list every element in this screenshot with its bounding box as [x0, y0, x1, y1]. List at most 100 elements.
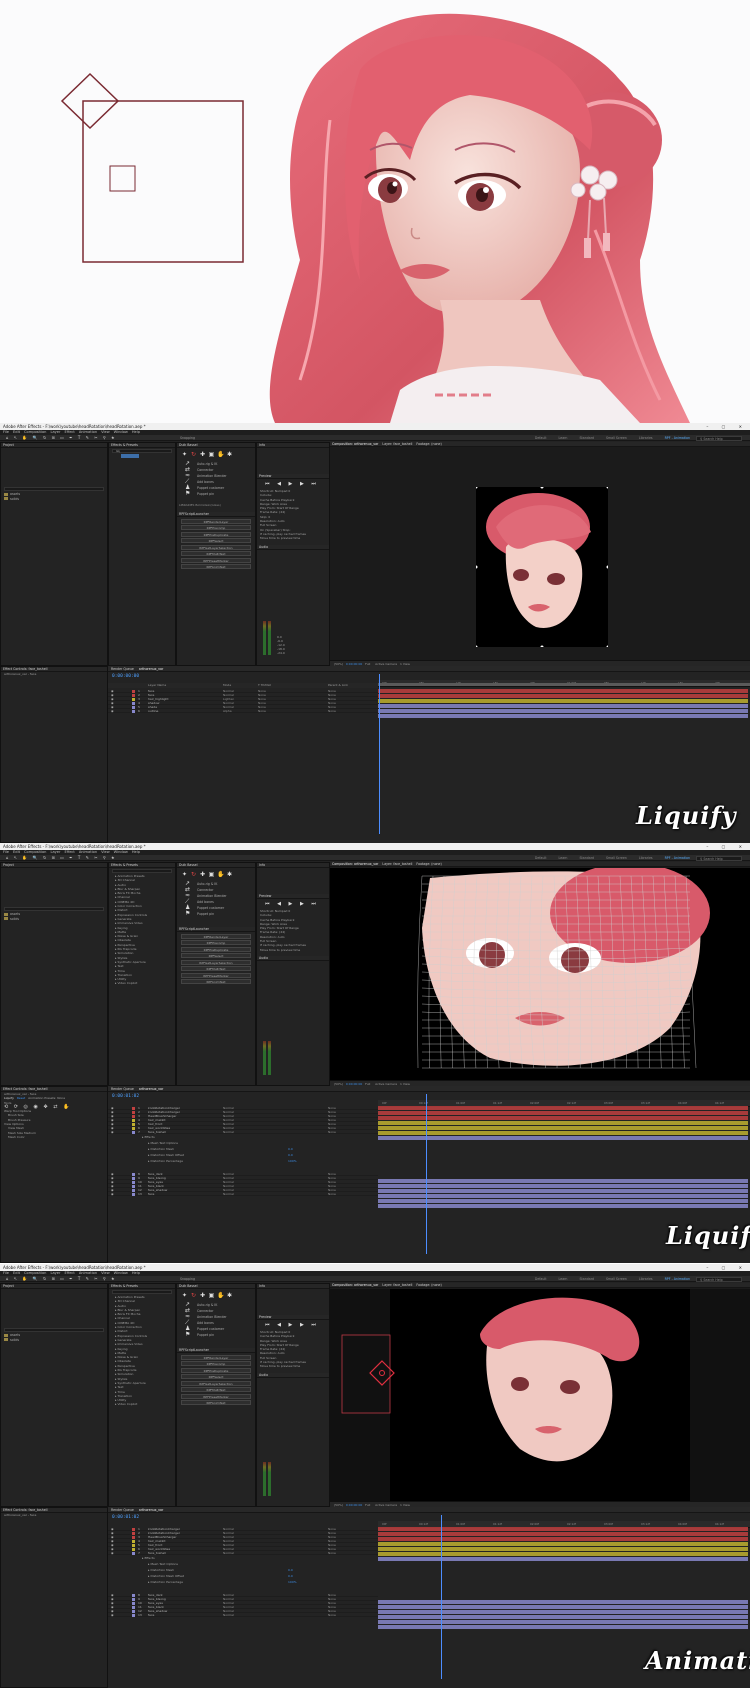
layer-label-color[interactable] — [132, 1551, 135, 1555]
layer-duration-bar[interactable] — [378, 1552, 748, 1556]
layer-duration-bar[interactable] — [378, 1121, 748, 1125]
layer-duration-bar[interactable] — [378, 1537, 748, 1541]
effects-search-input[interactable] — [112, 1290, 172, 1294]
audio-panel-title[interactable]: Audio — [257, 955, 329, 961]
menu-animation[interactable]: Animation — [79, 850, 97, 854]
menu-file[interactable]: File — [3, 1271, 9, 1275]
preview-move-time[interactable]: Move time to preview time — [260, 536, 329, 540]
tab-composition[interactable]: Composition: arthorenux_var — [332, 1283, 378, 1287]
tab-render-queue[interactable]: Render Queue — [111, 1508, 134, 1512]
duik-camera-icon[interactable]: ▣ — [208, 871, 215, 878]
work-area-bar[interactable] — [378, 683, 750, 686]
workspace-standard[interactable]: Standard — [579, 436, 594, 440]
preview-move-time[interactable]: Move time to preview time — [260, 1364, 329, 1368]
script-button[interactable]: RPFPresetMarker — [181, 1393, 251, 1399]
layer-duration-bar[interactable] — [378, 1136, 748, 1140]
duik-hand-icon[interactable]: ✋ — [217, 1292, 224, 1299]
script-button[interactable]: RPFGetLayerSelection — [181, 959, 251, 965]
rpf-launcher-title[interactable]: RPFScriptLauncher — [177, 927, 255, 932]
script-button[interactable]: RPFPresetMarker — [181, 557, 251, 563]
layer-duration-bar[interactable] — [378, 1542, 748, 1546]
project-item-solids[interactable]: solids — [4, 1338, 107, 1343]
layer-duration-bar[interactable] — [378, 1620, 748, 1624]
script-button[interactable]: RPFRenderLayer — [181, 518, 251, 524]
workspace-rpf-animation[interactable]: RPF - Animation — [665, 856, 690, 860]
script-button[interactable]: RPFPresetMarker — [181, 972, 251, 978]
script-button[interactable]: RPFPreDuplicate — [181, 531, 251, 537]
script-button[interactable]: RPFPrecomp — [181, 525, 251, 530]
animating-canvas[interactable] — [330, 1289, 750, 1501]
layer-duration-bar[interactable] — [378, 1557, 748, 1561]
workspace-learn[interactable]: Learn — [559, 856, 568, 860]
window-controls[interactable]: – ▢ ✕ — [706, 1264, 748, 1271]
menu-composition[interactable]: Composition — [24, 430, 46, 434]
visibility-eye-icon[interactable]: ◉ — [111, 1613, 114, 1617]
layer-duration-bar[interactable] — [378, 709, 748, 713]
layer-duration-bar[interactable] — [378, 1131, 748, 1135]
workspace-small-screen[interactable]: Small Screen — [606, 1277, 627, 1281]
search-help-input[interactable]: ⚲ Search Help — [696, 855, 742, 861]
layer-row[interactable]: ◉ 6 outline Alpha None None — [108, 709, 378, 713]
duik-rig-icon[interactable]: ✚ — [199, 871, 206, 878]
layer-mode-dropdown[interactable]: Normal — [223, 1192, 234, 1196]
effect-property[interactable]: ▸ Distortion Percentage 100% — [142, 1158, 378, 1164]
layer-duration-bar[interactable] — [378, 1547, 748, 1551]
timeline-timecode[interactable]: 0:00:01:02 — [112, 1094, 139, 1099]
audio-panel-title[interactable]: Audio — [257, 1372, 329, 1378]
layer-row[interactable]: ◉ 13 face Normal None — [108, 1192, 378, 1196]
script-button[interactable]: RPFMultiText — [181, 551, 251, 556]
workspace-rpf-animation[interactable]: RPF - Animation — [665, 1277, 690, 1281]
script-button[interactable]: RPFSelect — [181, 1374, 251, 1379]
project-search-input[interactable] — [4, 1328, 104, 1332]
script-button[interactable]: RPFPreDuplicate — [181, 946, 251, 952]
snapping-toggle[interactable]: Snapping — [180, 435, 195, 441]
layer-duration-bar[interactable] — [378, 694, 748, 698]
layer-row[interactable]: ◉ 7 face_toshell Normal None — [108, 1551, 378, 1555]
duik-tools-icon[interactable]: ✱ — [226, 451, 233, 458]
duik-bones-icon[interactable]: ✦ — [181, 871, 188, 878]
duik-bones-icon[interactable]: ✦ — [181, 451, 188, 458]
workspace-libraries[interactable]: Libraries — [639, 1277, 653, 1281]
playback-controls[interactable]: ⏮ ◀ ▶ ▶ ⏭ — [257, 479, 329, 489]
menu-effect[interactable]: Effect — [64, 430, 74, 434]
layer-name[interactable]: face_toshell — [148, 1551, 166, 1555]
script-button[interactable]: RPFMultiText — [181, 1387, 251, 1392]
rpf-launcher-title[interactable]: RPFScriptLauncher — [177, 1348, 255, 1353]
workspace-libraries[interactable]: Libraries — [639, 436, 653, 440]
tab-render-queue[interactable]: Render Queue — [111, 1087, 134, 1091]
project-search-input[interactable] — [4, 907, 104, 911]
script-button[interactable]: RPFGetLayerSelection — [181, 1380, 251, 1386]
layer-mode-dropdown[interactable]: Alpha — [223, 709, 232, 713]
menu-view[interactable]: View — [101, 430, 110, 434]
effect-property-value[interactable]: 100% — [288, 1579, 297, 1585]
workspace-standard[interactable]: Standard — [579, 1277, 594, 1281]
playhead[interactable] — [379, 674, 380, 834]
tool-icons[interactable]: ⌂ ↖ ✋ 🔍 ↻ ⊞ ▭ ✒ T ✎ ✂ ⚲ ★ — [6, 855, 117, 861]
tab-footage[interactable]: Footage: (none) — [416, 862, 441, 866]
duik-bones-icon[interactable]: ✦ — [181, 1292, 188, 1299]
duik-camera-icon[interactable]: ▣ — [208, 451, 215, 458]
layer-duration-bar[interactable] — [378, 1111, 748, 1115]
menu-layer[interactable]: Layer — [50, 1271, 60, 1275]
project-item-solids[interactable]: solids — [4, 917, 107, 922]
tab-layer[interactable]: Layer: face_toshell — [382, 1283, 412, 1287]
duik-link-icon[interactable]: ↻ — [190, 871, 197, 878]
workspace-standard[interactable]: Standard — [579, 856, 594, 860]
menu-window[interactable]: Window — [114, 1271, 128, 1275]
script-button[interactable]: RPFAnimText — [181, 1400, 251, 1405]
menu-help[interactable]: Help — [132, 850, 140, 854]
script-button[interactable]: RPFAnimText — [181, 979, 251, 984]
project-search-input[interactable] — [4, 487, 104, 491]
layer-label-color[interactable] — [132, 1613, 135, 1617]
effect-presets[interactable]: Animation Presets: None — [28, 1096, 65, 1100]
search-help-input[interactable]: ⚲ Search Help — [696, 1276, 742, 1282]
layer-duration-bar[interactable] — [378, 1610, 748, 1614]
menu-animation[interactable]: Animation — [79, 430, 97, 434]
menu-help[interactable]: Help — [132, 430, 140, 434]
effect-property[interactable]: ▸ Distortion Percentage 100% — [142, 1579, 378, 1585]
menu-window[interactable]: Window — [114, 430, 128, 434]
search-help-input[interactable]: ⚲ Search Help — [696, 435, 742, 441]
layer-parent-dropdown[interactable]: None — [328, 1192, 336, 1196]
tab-layer[interactable]: Layer: face_toshell — [382, 862, 412, 866]
window-controls[interactable]: – ▢ ✕ — [706, 843, 748, 850]
